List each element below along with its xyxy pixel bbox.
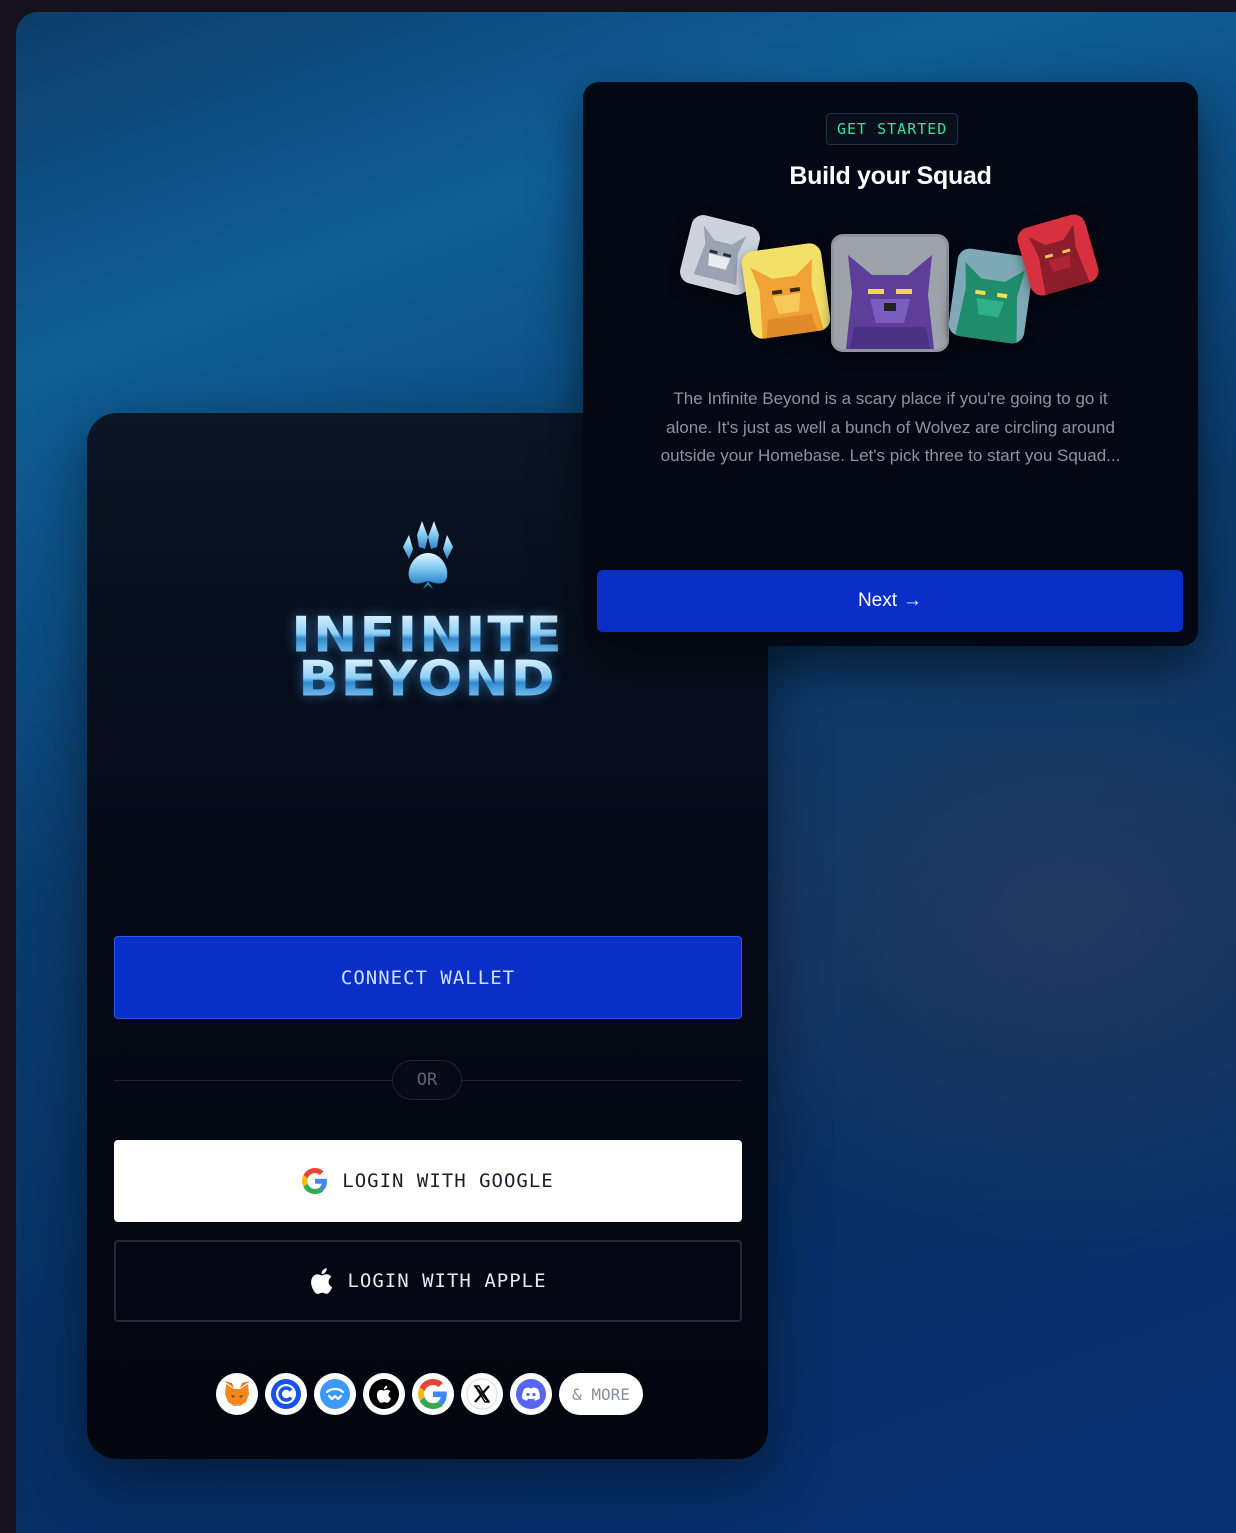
wolf-avatar-strip: [583, 211, 1198, 362]
metamask-icon[interactable]: [216, 1373, 258, 1415]
green-wolf-avatar: [947, 247, 1035, 345]
discord-icon[interactable]: [510, 1373, 552, 1415]
onboarding-description: The Infinite Beyond is a scary place if …: [660, 389, 1121, 465]
get-started-badge: GET STARTED: [826, 113, 959, 145]
apple-icon[interactable]: [363, 1373, 405, 1415]
google-icon[interactable]: [412, 1373, 454, 1415]
more-providers-button[interactable]: & MORE: [559, 1373, 643, 1415]
x-icon[interactable]: [461, 1373, 503, 1415]
apple-icon: [311, 1268, 333, 1294]
apple-button-label: LOGIN WITH APPLE: [347, 1270, 547, 1292]
purple-wolf-avatar: [831, 234, 949, 352]
next-button[interactable]: Next →: [597, 570, 1183, 632]
onboarding-card: GET STARTED Build your Squad The Infinit…: [583, 82, 1198, 646]
walletconnect-icon[interactable]: [314, 1373, 356, 1415]
coinbase-icon[interactable]: [265, 1373, 307, 1415]
google-button-label: LOGIN WITH GOOGLE: [342, 1170, 554, 1192]
login-with-apple-button[interactable]: LOGIN WITH APPLE: [114, 1240, 742, 1322]
login-provider-row: & MORE: [216, 1373, 643, 1415]
arrow-right-icon: →: [903, 590, 923, 611]
paw-logo-icon: [403, 521, 453, 589]
login-with-google-button[interactable]: LOGIN WITH GOOGLE: [114, 1140, 742, 1222]
yellow-wolf-avatar: [740, 241, 832, 341]
onboarding-title: Build your Squad: [789, 162, 992, 190]
google-icon: [302, 1168, 328, 1194]
next-button-label: Next: [857, 590, 898, 611]
or-divider-label: OR: [392, 1060, 462, 1100]
logo-wordmark-line2: BEYOND: [87, 655, 768, 705]
connect-wallet-button[interactable]: CONNECT WALLET: [114, 936, 742, 1019]
